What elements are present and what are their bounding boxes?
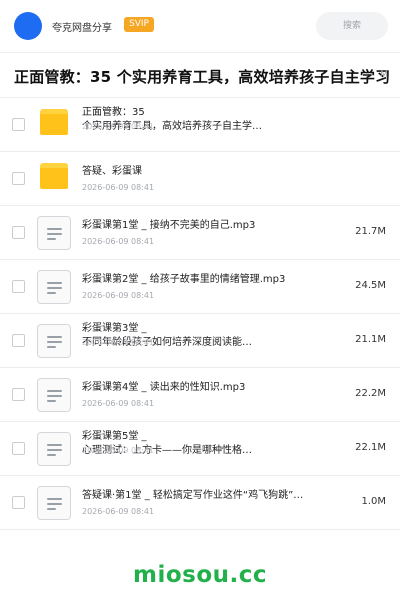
folder-icon xyxy=(40,163,68,189)
file-date: 2026-06-09 08:41 xyxy=(82,446,155,455)
file-date: 2026-06-09 08:41 xyxy=(82,183,155,192)
audio-file-icon xyxy=(37,270,71,304)
file-size: 21.1M xyxy=(355,334,386,345)
select-checkbox[interactable] xyxy=(12,388,25,401)
app-name: 夸克网盘分享 xyxy=(52,23,112,34)
file-date: 2026-06-09 08:41 xyxy=(82,507,155,516)
list-item-file[interactable]: 彩蛋课第3堂 _ 不同年龄段孩子如何培养深度阅读能… 2026-06-09 08… xyxy=(0,314,400,368)
file-name-line1: 彩蛋课第5堂 _ xyxy=(82,431,147,442)
svip-badge[interactable]: SVIP xyxy=(124,17,154,32)
file-size: 22.1M xyxy=(355,442,386,453)
file-date: 2026-06-09 08:41 xyxy=(82,399,155,408)
select-checkbox[interactable] xyxy=(12,226,25,239)
audio-file-icon xyxy=(37,216,71,250)
list-item-file[interactable]: 彩蛋课第4堂 _ 读出来的性知识.mp3 2026-06-09 08:41 22… xyxy=(0,368,400,422)
file-name: 彩蛋课第2堂 _ 给孩子故事里的情绪管理.mp3 xyxy=(82,274,286,285)
file-date: 2026-06-09 08:41 xyxy=(82,338,155,347)
file-list: 正面管教：35 个实用养育工具，高效培养孩子自主学… 2026-06-09 08… xyxy=(0,98,400,530)
watermark-text: miosou.cc xyxy=(132,562,268,588)
select-checkbox[interactable] xyxy=(12,280,25,293)
folder-icon xyxy=(40,109,68,135)
list-item-file[interactable]: 彩蛋课第2堂 _ 给孩子故事里的情绪管理.mp3 2026-06-09 08:4… xyxy=(0,260,400,314)
file-name-line1: 正面管教：35 xyxy=(82,107,145,118)
audio-file-icon xyxy=(37,486,71,520)
file-size: 22.2M xyxy=(355,388,386,399)
page-title: 正面管教：35 个实用养育工具，高效培养孩子自主学习 xyxy=(14,68,391,86)
list-item-file[interactable]: 答疑课·第1堂 _ 轻松搞定写作业这件“鸡飞狗跳”… 2026-06-09 08… xyxy=(0,476,400,530)
audio-file-icon xyxy=(37,432,71,466)
file-name: 彩蛋课第4堂 _ 读出来的性知识.mp3 xyxy=(82,382,246,393)
file-name: 答疑课·第1堂 _ 轻松搞定写作业这件“鸡飞狗跳”… xyxy=(82,490,304,501)
select-checkbox[interactable] xyxy=(12,172,25,185)
list-item-file[interactable]: 彩蛋课第1堂 _ 接纳不完美的自己.mp3 2026-06-09 08:41 2… xyxy=(0,206,400,260)
file-name: 彩蛋课第1堂 _ 接纳不完美的自己.mp3 xyxy=(82,220,256,231)
app-header: 夸克网盘分享 SVIP 搜索 xyxy=(0,0,400,52)
file-date: 2026-06-09 08:41 xyxy=(82,237,155,246)
file-name: 答疑、彩蛋课 xyxy=(82,166,142,177)
list-item-folder[interactable]: 正面管教：35 个实用养育工具，高效培养孩子自主学… 2026-06-09 08… xyxy=(0,98,400,152)
list-item-file[interactable]: 彩蛋课第5堂 _ 心理测试：上方卡——你是哪种性格… 2026-06-09 08… xyxy=(0,422,400,476)
audio-file-icon xyxy=(37,378,71,412)
search-input[interactable]: 搜索 xyxy=(316,12,388,40)
file-size: 21.7M xyxy=(355,226,386,237)
avatar[interactable] xyxy=(14,12,42,40)
file-date: 2026-06-09 08:41 xyxy=(82,122,155,131)
audio-file-icon xyxy=(37,324,71,358)
select-checkbox[interactable] xyxy=(12,334,25,347)
title-trailing-text: M xyxy=(380,70,388,80)
select-checkbox[interactable] xyxy=(12,118,25,131)
select-checkbox[interactable] xyxy=(12,496,25,509)
select-checkbox[interactable] xyxy=(12,442,25,455)
file-size: 1.0M xyxy=(361,496,386,507)
file-size: 24.5M xyxy=(355,280,386,291)
file-date: 2026-06-09 08:41 xyxy=(82,291,155,300)
list-item-folder[interactable]: 答疑、彩蛋课 2026-06-09 08:41 xyxy=(0,152,400,206)
file-name-line1: 彩蛋课第3堂 _ xyxy=(82,323,147,334)
share-title-bar: 正面管教：35 个实用养育工具，高效培养孩子自主学习 M xyxy=(0,52,400,98)
